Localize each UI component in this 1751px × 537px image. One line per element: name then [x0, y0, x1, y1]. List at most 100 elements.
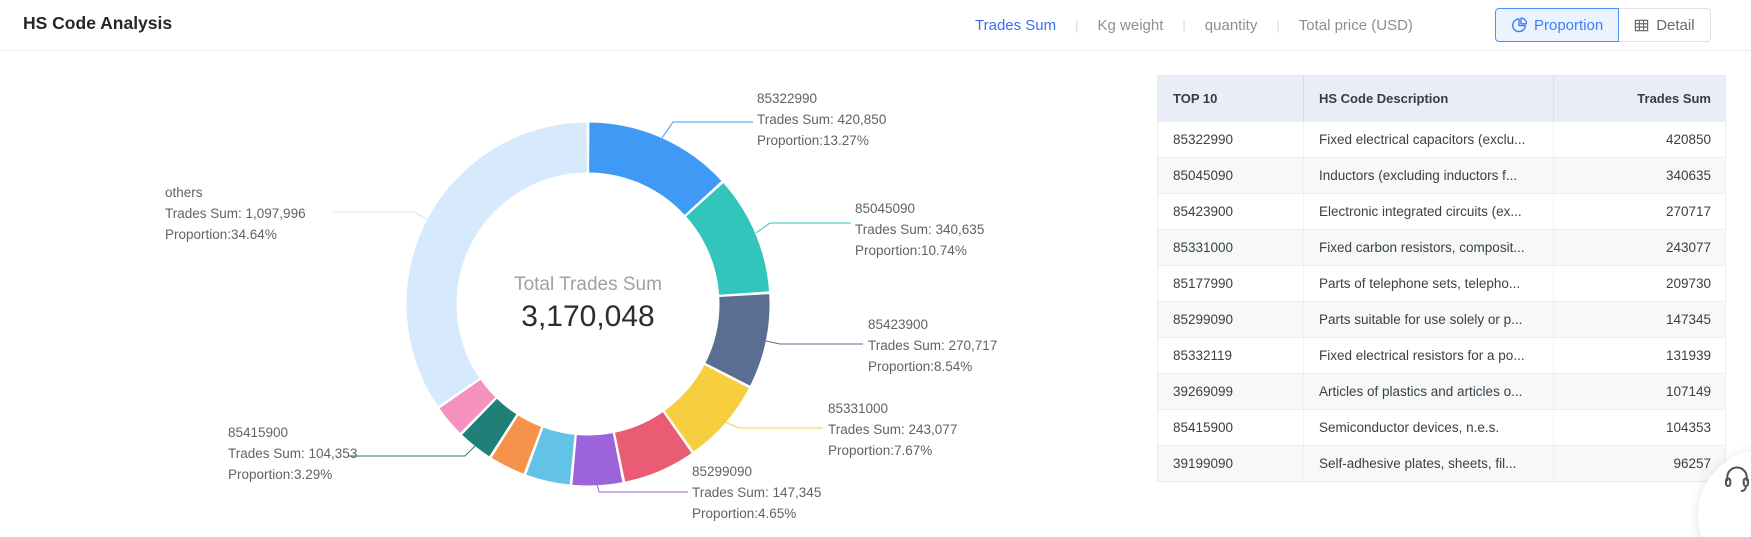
page-title: HS Code Analysis — [23, 13, 172, 34]
table-header-trades-sum: Trades Sum — [1554, 76, 1726, 122]
hs-code-cell: 85423900 — [1158, 194, 1304, 230]
table-row-85423900: 85423900Electronic integrated circuits (… — [1158, 194, 1726, 230]
value-cell: 209730 — [1554, 266, 1726, 302]
view-toggle-group: Proportion Detail — [1495, 8, 1711, 42]
hs-code-cell: 85299090 — [1158, 302, 1304, 338]
callout-line: 85322990 — [757, 88, 886, 109]
slice-callout-85045090: 85045090Trades Sum: 340,635Proportion:10… — [855, 198, 984, 261]
table-row-85415900: 85415900Semiconductor devices, n.e.s.104… — [1158, 410, 1726, 446]
slice-callout-85415900: 85415900Trades Sum: 104,353Proportion:3.… — [228, 422, 357, 485]
chart-center-total: 3,170,048 — [514, 300, 662, 334]
value-cell: 147345 — [1554, 302, 1726, 338]
callout-line: 85299090 — [692, 461, 821, 482]
top10-table: TOP 10HS Code DescriptionTrades Sum 8532… — [1157, 75, 1726, 482]
description-cell: Inductors (excluding inductors f... — [1304, 158, 1554, 194]
callout-line: Trades Sum: 420,850 — [757, 109, 886, 130]
metric-separator: | — [1075, 18, 1078, 33]
metric-tab-kg-weight[interactable]: Kg weight — [1098, 17, 1164, 34]
callout-line: Proportion:34.64% — [165, 224, 306, 245]
metric-separator: | — [1182, 18, 1185, 33]
table-row-85322990: 85322990Fixed electrical capacitors (exc… — [1158, 122, 1726, 158]
chart-center-title: Total Trades Sum — [514, 274, 662, 296]
description-cell: Parts suitable for use solely or p... — [1304, 302, 1554, 338]
callout-line: 85045090 — [855, 198, 984, 219]
callout-line: others — [165, 182, 306, 203]
callout-line: Proportion:13.27% — [757, 130, 886, 151]
metric-tab-quantity[interactable]: quantity — [1205, 17, 1258, 34]
table-header-top10: TOP 10 — [1158, 76, 1304, 122]
label-line — [348, 446, 475, 456]
hs-code-analysis-page: HS Code Analysis Trades Sum | Kg weight | qu… — [0, 0, 1751, 537]
description-cell: Parts of telephone sets, telepho... — [1304, 266, 1554, 302]
proportion-button[interactable]: Proportion — [1495, 8, 1619, 42]
hs-code-cell: 39269099 — [1158, 374, 1304, 410]
slice-callout-85299090: 85299090Trades Sum: 147,345Proportion:4.… — [692, 461, 821, 524]
hs-code-cell: 39199090 — [1158, 446, 1304, 482]
hs-code-cell: 85415900 — [1158, 410, 1304, 446]
callout-line: Proportion:8.54% — [868, 356, 997, 377]
slice-callout-85331000: 85331000Trades Sum: 243,077Proportion:7.… — [828, 398, 957, 461]
description-cell: Electronic integrated circuits (ex... — [1304, 194, 1554, 230]
description-cell: Fixed carbon resistors, composit... — [1304, 230, 1554, 266]
slice-callout-85322990: 85322990Trades Sum: 420,850Proportion:13… — [757, 88, 886, 151]
value-cell: 243077 — [1554, 230, 1726, 266]
callout-line: Proportion:7.67% — [828, 440, 957, 461]
table-header-description: HS Code Description — [1304, 76, 1554, 122]
description-cell: Semiconductor devices, n.e.s. — [1304, 410, 1554, 446]
hs-code-cell: 85332119 — [1158, 338, 1304, 374]
chart-center-label: Total Trades Sum 3,170,048 — [514, 274, 662, 334]
pie-slice-others[interactable] — [406, 122, 587, 407]
value-cell: 104353 — [1554, 410, 1726, 446]
metric-tab-total-price-usd-[interactable]: Total price (USD) — [1299, 17, 1413, 34]
value-cell: 96257 — [1554, 446, 1726, 482]
pie-chart-icon — [1511, 17, 1527, 33]
callout-line: Trades Sum: 147,345 — [692, 482, 821, 503]
callout-line: Trades Sum: 1,097,996 — [165, 203, 306, 224]
table-row-85177990: 85177990Parts of telephone sets, telepho… — [1158, 266, 1726, 302]
table-row-85332119: 85332119Fixed electrical resistors for a… — [1158, 338, 1726, 374]
value-cell: 420850 — [1554, 122, 1726, 158]
callout-line: Trades Sum: 243,077 — [828, 419, 957, 440]
hs-code-cell: 85177990 — [1158, 266, 1304, 302]
callout-line: 85331000 — [828, 398, 957, 419]
callout-line: Proportion:3.29% — [228, 464, 357, 485]
value-cell: 131939 — [1554, 338, 1726, 374]
metric-tab-trades-sum[interactable]: Trades Sum — [975, 17, 1056, 34]
table-row-85299090: 85299090Parts suitable for use solely or… — [1158, 302, 1726, 338]
table-header-row: TOP 10HS Code DescriptionTrades Sum — [1158, 76, 1726, 122]
hs-code-cell: 85045090 — [1158, 158, 1304, 194]
hs-code-cell: 85331000 — [1158, 230, 1304, 266]
callout-line: Trades Sum: 104,353 — [228, 443, 357, 464]
description-cell: Fixed electrical capacitors (exclu... — [1304, 122, 1554, 158]
table-row-85331000: 85331000Fixed carbon resistors, composit… — [1158, 230, 1726, 266]
slice-callout-85423900: 85423900Trades Sum: 270,717Proportion:8.… — [868, 314, 997, 377]
label-line — [725, 422, 823, 428]
pie-slice-85299090[interactable] — [572, 433, 623, 486]
callout-line: Trades Sum: 340,635 — [855, 219, 984, 240]
description-cell: Self-adhesive plates, sheets, fil... — [1304, 446, 1554, 482]
proportion-button-label: Proportion — [1534, 17, 1603, 34]
label-line — [756, 223, 851, 233]
value-cell: 107149 — [1554, 374, 1726, 410]
label-line — [662, 122, 753, 138]
headset-icon — [1722, 462, 1751, 492]
value-cell: 340635 — [1554, 158, 1726, 194]
metric-nav: Trades Sum | Kg weight | quantity | Total pric… — [975, 0, 1413, 50]
label-line — [766, 341, 863, 344]
table-row-39199090: 39199090Self-adhesive plates, sheets, fi… — [1158, 446, 1726, 482]
metric-separator: | — [1276, 18, 1279, 33]
value-cell: 270717 — [1554, 194, 1726, 230]
description-cell: Articles of plastics and articles o... — [1304, 374, 1554, 410]
slice-callout-others: othersTrades Sum: 1,097,996Proportion:34… — [165, 182, 306, 245]
callout-line: Proportion:4.65% — [692, 503, 821, 524]
table-row-85045090: 85045090Inductors (excluding inductors f… — [1158, 158, 1726, 194]
table-row-39269099: 39269099Articles of plastics and article… — [1158, 374, 1726, 410]
detail-button[interactable]: Detail — [1619, 8, 1710, 42]
hs-code-cell: 85322990 — [1158, 122, 1304, 158]
top-bar: HS Code Analysis Trades Sum | Kg weight | qu… — [0, 0, 1751, 51]
callout-line: 85415900 — [228, 422, 357, 443]
label-line — [333, 212, 427, 219]
detail-button-label: Detail — [1656, 17, 1694, 34]
callout-line: Trades Sum: 270,717 — [868, 335, 997, 356]
description-cell: Fixed electrical resistors for a po... — [1304, 338, 1554, 374]
